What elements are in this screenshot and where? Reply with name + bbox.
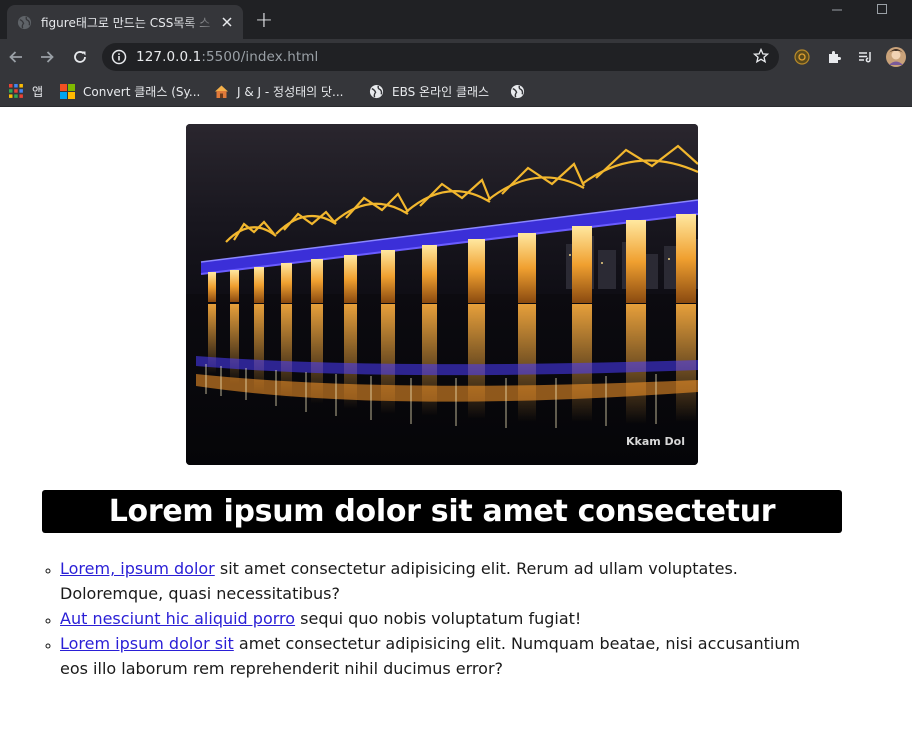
puzzle-icon[interactable] bbox=[824, 47, 844, 67]
item-text-2: sequi quo nobis voluptatum fugiat! bbox=[295, 609, 582, 628]
url-path: :5500/index.html bbox=[201, 49, 319, 65]
globe-icon bbox=[509, 83, 525, 99]
list-item: Aut nesciunt hic aliquid porro sequi quo… bbox=[60, 606, 820, 631]
back-arrow-icon[interactable] bbox=[5, 46, 27, 68]
photo-watermark: Kkam Dol bbox=[626, 435, 685, 448]
tab-strip: figure태그로 만드는 CSS목록 스 + bbox=[0, 0, 912, 39]
url-text: 127.0.0.1:5500/index.html bbox=[136, 49, 318, 65]
page-heading: Lorem ipsum dolor sit amet consectetur bbox=[42, 490, 842, 533]
new-tab-button[interactable]: + bbox=[252, 10, 276, 34]
star-icon[interactable] bbox=[752, 47, 770, 68]
bookmarks-bar: 앱 Convert 클래스 (Sy... J & J - 정성태의 닷... E… bbox=[0, 75, 912, 107]
home-icon bbox=[213, 83, 229, 99]
avatar[interactable] bbox=[886, 47, 906, 67]
reload-icon[interactable] bbox=[69, 46, 91, 68]
page-viewport: Kkam Dol Lorem ipsum dolor sit amet cons… bbox=[0, 108, 912, 754]
bookmark-label: Convert 클래스 (Sy... bbox=[83, 84, 201, 99]
minimize-button[interactable] bbox=[827, 3, 847, 21]
browser-toolbar: 127.0.0.1:5500/index.html bbox=[0, 39, 912, 75]
microsoft-icon bbox=[59, 83, 75, 99]
item-link-2[interactable]: Aut nesciunt hic aliquid porro bbox=[60, 609, 295, 628]
globe-icon bbox=[17, 15, 32, 30]
info-icon[interactable] bbox=[111, 49, 127, 69]
bookmark-convert[interactable]: Convert 클래스 (Sy... bbox=[59, 81, 200, 101]
extension-icon[interactable] bbox=[792, 47, 812, 67]
url-host: 127.0.0.1 bbox=[136, 49, 202, 65]
close-icon[interactable] bbox=[219, 14, 235, 30]
tab-active[interactable]: figure태그로 만드는 CSS목록 스 bbox=[7, 5, 243, 39]
item-link-3[interactable]: Lorem ipsum dolor sit bbox=[60, 634, 234, 653]
maximize-button[interactable] bbox=[872, 3, 892, 21]
media-icon[interactable] bbox=[855, 47, 875, 67]
address-bar[interactable]: 127.0.0.1:5500/index.html bbox=[102, 43, 779, 71]
bookmark-apps[interactable]: 앱 bbox=[8, 81, 43, 101]
tab-title: figure태그로 만드는 CSS목록 스 bbox=[41, 15, 211, 30]
bookmark-ebs[interactable]: EBS 온라인 클래스 bbox=[368, 81, 489, 101]
list-item: Lorem, ipsum dolor sit amet consectetur … bbox=[60, 556, 820, 606]
bookmark-label: EBS 온라인 클래스 bbox=[392, 84, 490, 99]
list-item: Lorem ipsum dolor sit amet consectetur a… bbox=[60, 631, 820, 681]
forward-arrow-icon[interactable] bbox=[36, 46, 58, 68]
item-list: Lorem, ipsum dolor sit amet consectetur … bbox=[60, 556, 820, 681]
bookmark-unnamed[interactable] bbox=[509, 81, 533, 101]
bookmark-label: 앱 bbox=[32, 84, 44, 99]
globe-icon bbox=[368, 83, 384, 99]
apps-grid-icon bbox=[8, 83, 24, 99]
bookmark-label: J & J - 정성태의 닷... bbox=[237, 84, 344, 99]
item-link-1[interactable]: Lorem, ipsum dolor bbox=[60, 559, 215, 578]
bridge-photo: Kkam Dol bbox=[186, 124, 698, 465]
bookmark-jj[interactable]: J & J - 정성태의 닷... bbox=[213, 81, 343, 101]
